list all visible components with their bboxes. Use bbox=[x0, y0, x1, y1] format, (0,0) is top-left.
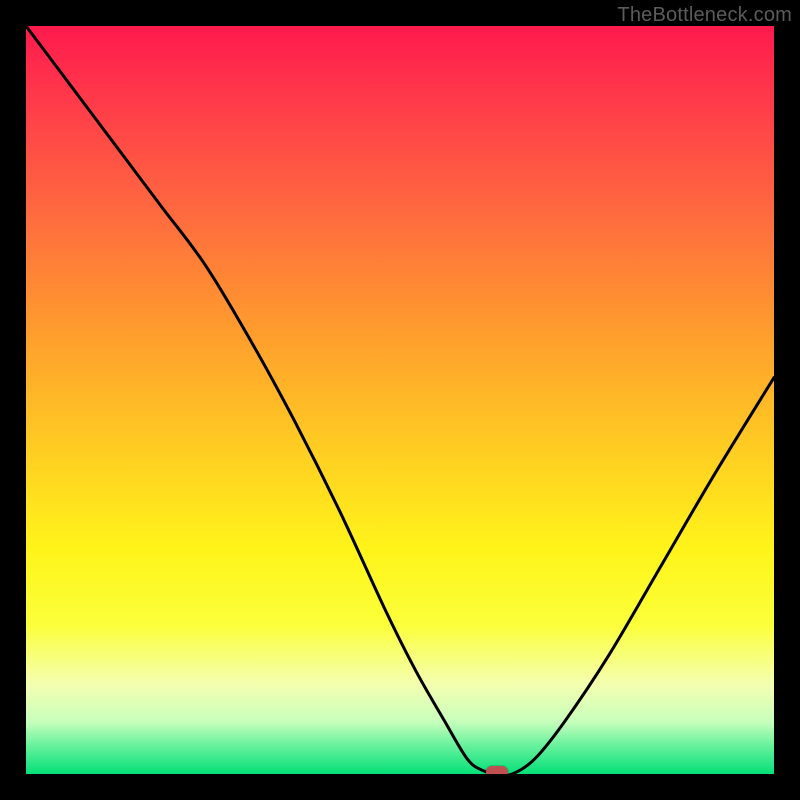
chart-frame: TheBottleneck.com bbox=[0, 0, 800, 800]
bottleneck-curve bbox=[26, 26, 774, 774]
plot-area bbox=[26, 26, 774, 774]
attribution-text: TheBottleneck.com bbox=[617, 4, 792, 27]
optimal-point-marker bbox=[486, 766, 508, 774]
